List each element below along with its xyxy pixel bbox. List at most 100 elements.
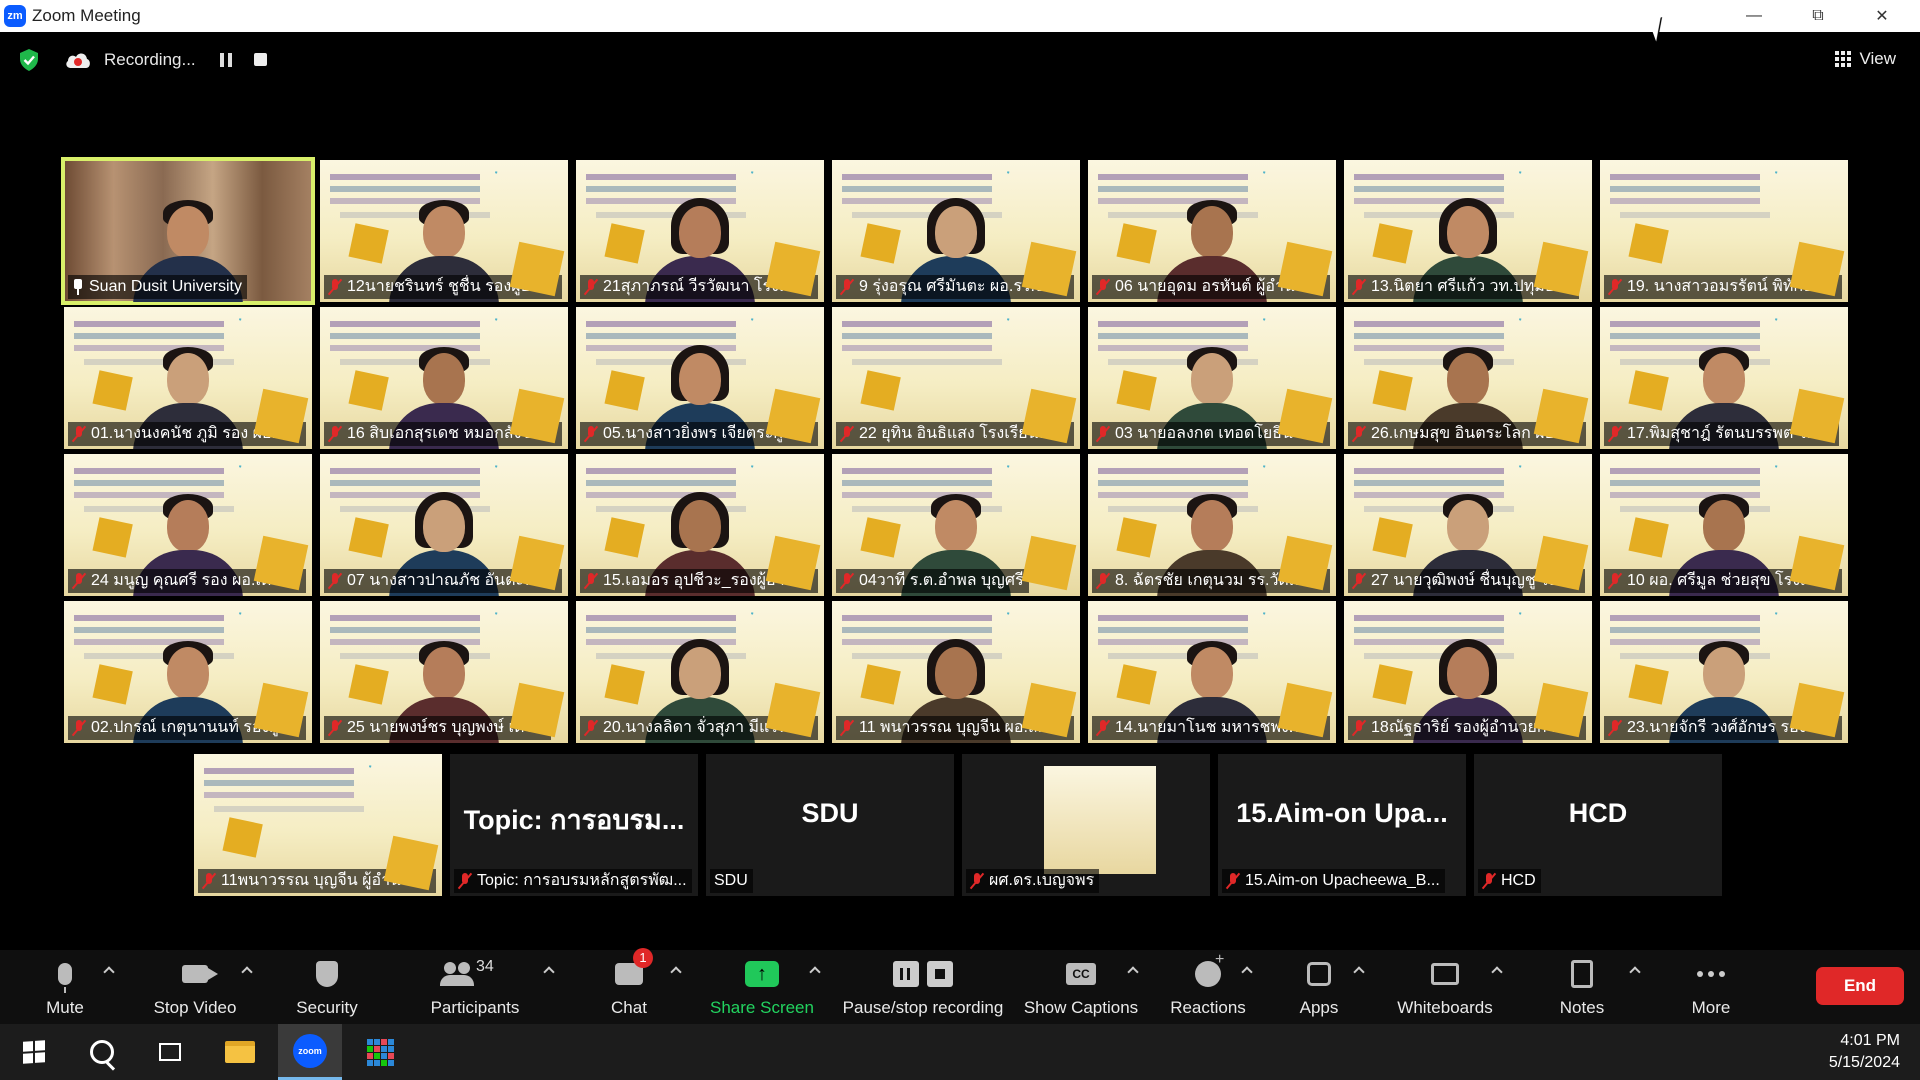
participant-tile[interactable]: 8. ฉัตรชัย เกตุนวม รร.วัดมาบ... <box>1088 454 1336 596</box>
audio-options-caret-icon[interactable] <box>102 964 116 978</box>
participant-tile[interactable]: 23.นายจักรี วงศ์อักษร รอง ผอ... <box>1600 601 1848 743</box>
show-captions-button[interactable]: CC Show Captions <box>1022 956 1140 1022</box>
participant-tile[interactable]: 9 รุ่งอรุณ ศรีมันตะ ผอ.รร.บ้าน... <box>832 160 1080 302</box>
start-button[interactable] <box>4 1024 64 1080</box>
mute-button[interactable]: Mute <box>40 956 90 1022</box>
muted-microphone-icon <box>1352 426 1366 442</box>
muted-microphone-icon <box>1608 573 1622 589</box>
participants-options-caret-icon[interactable] <box>542 964 556 978</box>
more-label: More <box>1691 998 1731 1017</box>
participant-tile[interactable]: 03 นายอลงกต เทอดโยธิน ผอ.... <box>1088 307 1336 449</box>
participant-display-name: SDU <box>801 798 859 828</box>
share-options-caret-icon[interactable] <box>808 964 822 978</box>
participant-tile[interactable]: 14.นายมาโนช มหารชพงศ์วห... <box>1088 601 1336 743</box>
captions-options-caret-icon[interactable] <box>1126 964 1140 978</box>
participant-tile[interactable]: 26.เกษมสุข อินตระโลก ผอ.โร... <box>1344 307 1592 449</box>
muted-microphone-icon <box>72 426 86 442</box>
restore-button[interactable]: ⧉ <box>1786 0 1850 32</box>
participant-tile[interactable]: 19. นางสาวอมรรัตน์ พิทักษ์วา... <box>1600 160 1848 302</box>
participant-name: Topic: การอบรมหลักสูตรพัฒ... <box>477 872 687 889</box>
participant-tile[interactable]: 01.นางนงคนัช ภูมิ รอง ผอ. โร... <box>64 307 312 449</box>
pause-stop-recording-button[interactable]: Pause/stop recording <box>838 956 1008 1022</box>
stop-video-button[interactable]: Stop Video <box>150 956 240 1022</box>
muted-microphone-icon <box>1352 720 1366 736</box>
pin-icon <box>72 279 84 295</box>
window-titlebar: zm Zoom Meeting — ⧉ ✕ <box>0 0 1920 32</box>
notes-label: Notes <box>1559 998 1605 1017</box>
participant-name-label: 01.นางนงคนัช ภูมิ รอง ผอ. โร... <box>68 422 306 446</box>
participant-tile[interactable]: SDU SDU <box>706 754 954 896</box>
active-speaker-tile[interactable]: Suan Dusit University <box>61 157 315 305</box>
participant-tile[interactable]: 15.เอมอร อุปชีวะ_รองผู้อำนวย... <box>576 454 824 596</box>
apps-button[interactable]: Apps <box>1294 956 1344 1022</box>
notes-options-caret-icon[interactable] <box>1628 964 1642 978</box>
system-clock[interactable]: 4:01 PM 5/15/2024 <box>1829 1030 1900 1074</box>
stop-video-label: Stop Video <box>153 998 237 1017</box>
whiteboard-icon <box>1431 963 1459 985</box>
participant-tile[interactable]: 21สุภาภรณ์ วีรวัฒนา โรงเรียน... <box>576 160 824 302</box>
share-screen-label: Share Screen <box>710 998 814 1017</box>
captions-cc-icon: CC <box>1066 963 1096 985</box>
participant-tile[interactable]: 07 นางสาวปาณภัช อันตะพลา... <box>320 454 568 596</box>
participant-tile[interactable]: 04วาที ร.ต.อำพล บุญศรี <box>832 454 1080 596</box>
participant-tile[interactable]: Topic: การอบรม... Topic: การอบรมหลักสูตรพ… <box>450 754 698 896</box>
participant-tile[interactable]: 24 มนูญ คุณศรี รอง ผอ.เตรีย... <box>64 454 312 596</box>
muted-microphone-icon <box>328 720 342 736</box>
participant-tile[interactable]: 05.นางสาวยิ่งพร เจียตระกูล ผู้... <box>576 307 824 449</box>
whiteboards-button[interactable]: Whiteboards <box>1392 956 1498 1022</box>
participant-tile[interactable]: 11 พนาวรรณ บุญจีน ผอ.สกร... <box>832 601 1080 743</box>
pause-recording-icon[interactable] <box>220 53 232 67</box>
close-button[interactable]: ✕ <box>1850 0 1914 32</box>
apps-options-caret-icon[interactable] <box>1352 964 1366 978</box>
share-screen-button[interactable]: ↑ Share Screen <box>710 956 814 1022</box>
participant-name-label: 03 นายอลงกต เทอดโยธิน ผอ.... <box>1092 422 1330 446</box>
zoom-taskbar-button[interactable]: zoom <box>278 1024 342 1080</box>
participant-tile[interactable]: 11พนาวรรณ บุญจีน ผู้อำนวย... <box>194 754 442 896</box>
participant-tile[interactable]: 27 นายวุฒิพงษ์ ชื่นบุญชู รอง... <box>1344 454 1592 596</box>
participant-tile[interactable]: 15.Aim-on Upa... 15.Aim-on Upacheewa_B... <box>1218 754 1466 896</box>
security-button[interactable]: Security <box>292 956 362 1022</box>
participant-name: 22 ยุทิน อินธิแสง โรงเรียนสกล... <box>859 425 1069 442</box>
participant-tile[interactable]: 16 สิบเอกสุรเดช หมอกสังข์ ว... <box>320 307 568 449</box>
participants-button[interactable]: 34 Participants <box>426 956 524 1022</box>
participant-tile[interactable]: ผศ.ดร.เบญจพร <box>962 754 1210 896</box>
participant-tile[interactable]: 20.นางลลิดา จั่วสุภา มีแรนดา ... <box>576 601 824 743</box>
minimize-button[interactable]: — <box>1722 0 1786 32</box>
participant-tile[interactable]: 18ณัฐธาริย์ รองผู้อำนวยการ วิ... <box>1344 601 1592 743</box>
participant-tile[interactable]: 12นายชรินทร์ ชูชื่น รองผู้อำน... <box>320 160 568 302</box>
muted-microphone-icon <box>584 573 598 589</box>
participant-name-label: 15.เอมอร อุปชีวะ_รองผู้อำนวย... <box>580 569 818 593</box>
task-view-button[interactable] <box>140 1024 200 1080</box>
participant-name: 21สุภาภรณ์ วีรวัฒนา โรงเรียน... <box>603 278 813 295</box>
reactions-button[interactable]: Reactions <box>1170 951 1246 1022</box>
participant-tile[interactable]: 06 นายอุดม อรหันต์ ผู้อำนวย... <box>1088 160 1336 302</box>
view-button[interactable]: View <box>1835 49 1896 69</box>
chat-button[interactable]: 1 Chat <box>606 948 653 1022</box>
participant-tile[interactable]: 10 ผอ. ศรีมูล ช่วยสุข โรงเรีย... <box>1600 454 1848 596</box>
task-view-icon <box>159 1043 181 1061</box>
whiteboards-options-caret-icon[interactable] <box>1490 964 1504 978</box>
app-grid-icon <box>366 1038 394 1066</box>
participant-tile[interactable]: HCD HCD <box>1474 754 1722 896</box>
reactions-options-caret-icon[interactable] <box>1240 964 1254 978</box>
end-meeting-button[interactable]: End <box>1816 967 1904 1005</box>
file-explorer-button[interactable] <box>210 1024 270 1080</box>
participant-tile[interactable]: 22 ยุทิน อินธิแสง โรงเรียนสกล... <box>832 307 1080 449</box>
muted-microphone-icon <box>840 426 854 442</box>
participant-tile[interactable]: 25 นายพงษ์ชร บุญพงษ์ เตรี... <box>320 601 568 743</box>
notes-button[interactable]: Notes <box>1556 956 1608 1022</box>
participant-tile[interactable]: 17.พิมสุชาฎ์ รัตนบรรพต วก.... <box>1600 307 1848 449</box>
video-options-caret-icon[interactable] <box>240 964 254 978</box>
participant-tile[interactable]: 02.ปกรณ์ เกตุนานนท์ รองผู้อ... <box>64 601 312 743</box>
apps-taskbar-button[interactable] <box>350 1024 410 1080</box>
participant-name: 27 นายวุฒิพงษ์ ชื่นบุญชู รอง... <box>1371 572 1580 589</box>
participant-tile[interactable]: 13.นิตยา ศรีแก้ว วท.ปทุมธานี <box>1344 160 1592 302</box>
taskbar-search-button[interactable] <box>72 1024 132 1080</box>
stop-recording-icon[interactable] <box>254 53 267 66</box>
encryption-shield-icon[interactable] <box>18 48 40 72</box>
participant-name-label: 05.นางสาวยิ่งพร เจียตระกูล ผู้... <box>580 422 818 446</box>
muted-microphone-icon <box>202 873 216 889</box>
meeting-status-bar: Recording... View <box>0 38 1920 82</box>
more-button[interactable]: More <box>1686 956 1736 1022</box>
chat-options-caret-icon[interactable] <box>669 964 683 978</box>
